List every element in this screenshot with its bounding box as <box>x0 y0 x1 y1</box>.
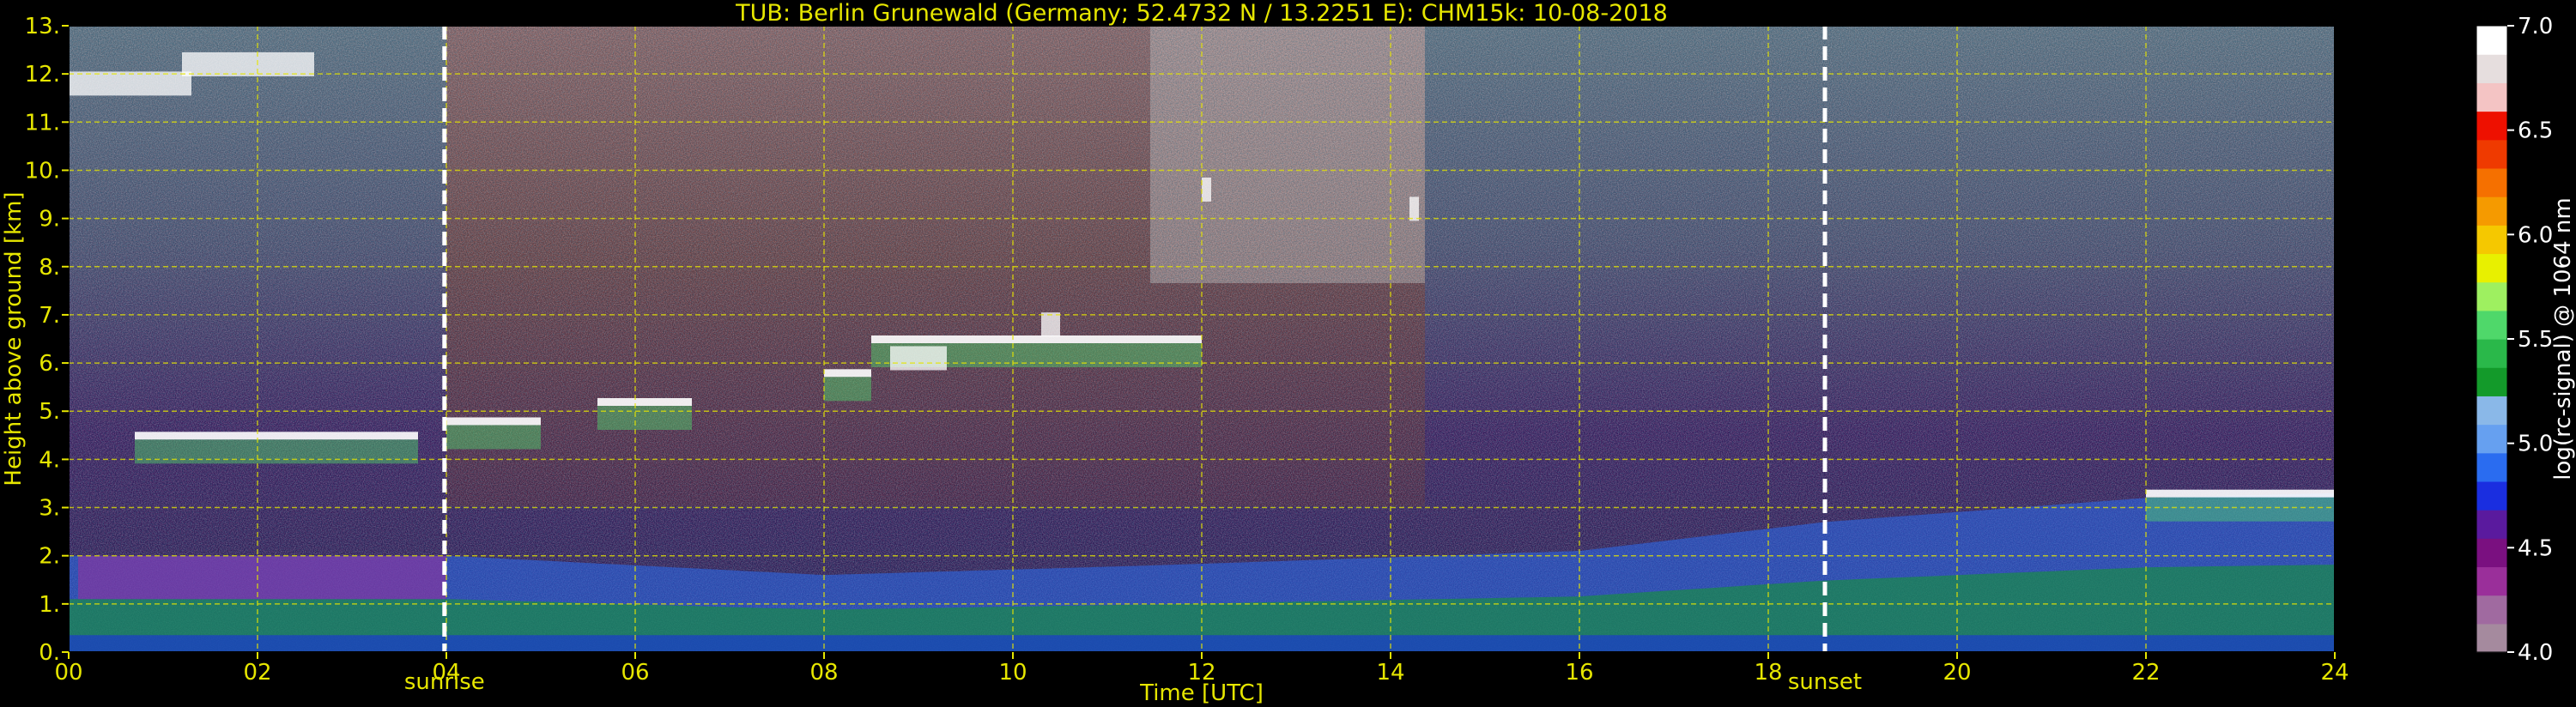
y-tick-label: 7. <box>39 303 60 329</box>
colorbar-segment <box>2476 139 2507 169</box>
y-tick-label: 12. <box>25 62 60 88</box>
x-tick-label: 08 <box>809 660 838 686</box>
cloud-layer-below <box>824 377 871 402</box>
colorbar-tick-label: 6.0 <box>2518 222 2553 248</box>
colorbar-segment <box>2476 310 2507 340</box>
x-tick-label: 18 <box>1754 660 1782 686</box>
colorbar-tick-label: 4.0 <box>2518 640 2553 666</box>
y-tick-label: 3. <box>39 496 60 522</box>
colorbar-tick-label: 5.5 <box>2518 327 2553 353</box>
y-tick-label: 8. <box>39 255 60 281</box>
y-tick-label: 9. <box>39 207 60 233</box>
lidar-chart: sunrise sunset 0.1.2.3.4.5.6.7.8.9.10.11.… <box>1 0 2576 706</box>
colorbar-segment <box>2476 623 2507 653</box>
colorbar-segment <box>2476 167 2507 197</box>
cloud-patch <box>890 346 947 371</box>
y-tick-label: 13. <box>25 14 60 39</box>
y-tick-label: 6. <box>39 351 60 377</box>
colorbar-segment <box>2476 225 2507 255</box>
x-tick-label: 00 <box>54 660 82 686</box>
colorbar-segment <box>2476 339 2507 368</box>
colorbar-segment <box>2476 480 2507 511</box>
colorbar-segment <box>2476 538 2507 568</box>
cloud-layer <box>2146 489 2335 498</box>
colorbar-label: log(rc-signal) @ 1064 nm <box>2550 197 2576 480</box>
colorbar-segment <box>2476 54 2507 83</box>
y-tick-label: 4. <box>39 447 60 473</box>
cloud-layer-below <box>597 406 692 430</box>
cloud-patch <box>69 71 191 96</box>
colorbar-segment <box>2476 510 2507 539</box>
y-tick-label: 10. <box>25 158 60 184</box>
chart-title: TUB: Berlin Grunewald (Germany; 52.4732 … <box>735 0 1668 27</box>
colorbar-segment <box>2476 26 2507 55</box>
cloud-patch <box>1041 312 1060 337</box>
cloud-patch <box>182 51 314 76</box>
y-tick-label: 2. <box>39 544 60 570</box>
x-tick-label: 22 <box>2131 660 2160 686</box>
y-tick-label: 11. <box>25 110 60 136</box>
x-tick-label: 20 <box>1943 660 1971 686</box>
colorbar-tick-label: 6.5 <box>2518 118 2553 144</box>
sunset-label: sunset <box>1788 669 1862 695</box>
cloud-layer <box>871 335 1202 343</box>
y-axis: 0.1.2.3.4.5.6.7.8.9.10.11.12.13. <box>25 14 69 666</box>
x-tick-label: 24 <box>2320 660 2349 686</box>
colorbar-segment <box>2476 566 2507 596</box>
colorbar-segment <box>2476 367 2507 396</box>
residual-layer-band <box>78 555 446 600</box>
colorbar-segment <box>2476 595 2507 625</box>
x-tick-label: 16 <box>1565 660 1593 686</box>
y-tick-label: 1. <box>39 592 60 618</box>
x-axis-label: Time [UTC] <box>1139 680 1264 706</box>
cloud-patch <box>1202 177 1211 202</box>
colorbar-tick-label: 7.0 <box>2518 14 2553 39</box>
cloud-patch <box>1409 196 1419 221</box>
cloud-layer <box>135 432 418 440</box>
y-axis-label: Height above ground [km] <box>1 191 27 486</box>
colorbar-segment <box>2476 396 2507 426</box>
colorbar: 4.0 4.5 5.0 5.5 6.0 6.5 7.0 <box>2476 14 2553 666</box>
colorbar-segment <box>2476 281 2507 311</box>
x-tick-label: 14 <box>1376 660 1404 686</box>
colorbar-segment <box>2476 111 2507 141</box>
x-tick-label: 06 <box>621 660 649 686</box>
colorbar-segment <box>2476 424 2507 454</box>
y-tick-label: 5. <box>39 399 60 425</box>
colorbar-segment <box>2476 82 2507 112</box>
colorbar-tick-label: 5.0 <box>2518 432 2553 457</box>
colorbar-tick-label: 4.5 <box>2518 535 2553 561</box>
x-tick-label: 04 <box>432 660 460 686</box>
colorbar-segment <box>2476 452 2507 482</box>
cloud-layer <box>824 369 871 378</box>
cloud-layer <box>597 398 692 406</box>
cloud-layer-below <box>446 425 541 450</box>
x-tick-label: 10 <box>998 660 1027 686</box>
cloud-layer <box>446 417 541 426</box>
cloud-layer-below <box>2146 497 2335 522</box>
x-tick-label: 02 <box>243 660 271 686</box>
colorbar-segment <box>2476 196 2507 226</box>
colorbar-segment <box>2476 253 2507 283</box>
